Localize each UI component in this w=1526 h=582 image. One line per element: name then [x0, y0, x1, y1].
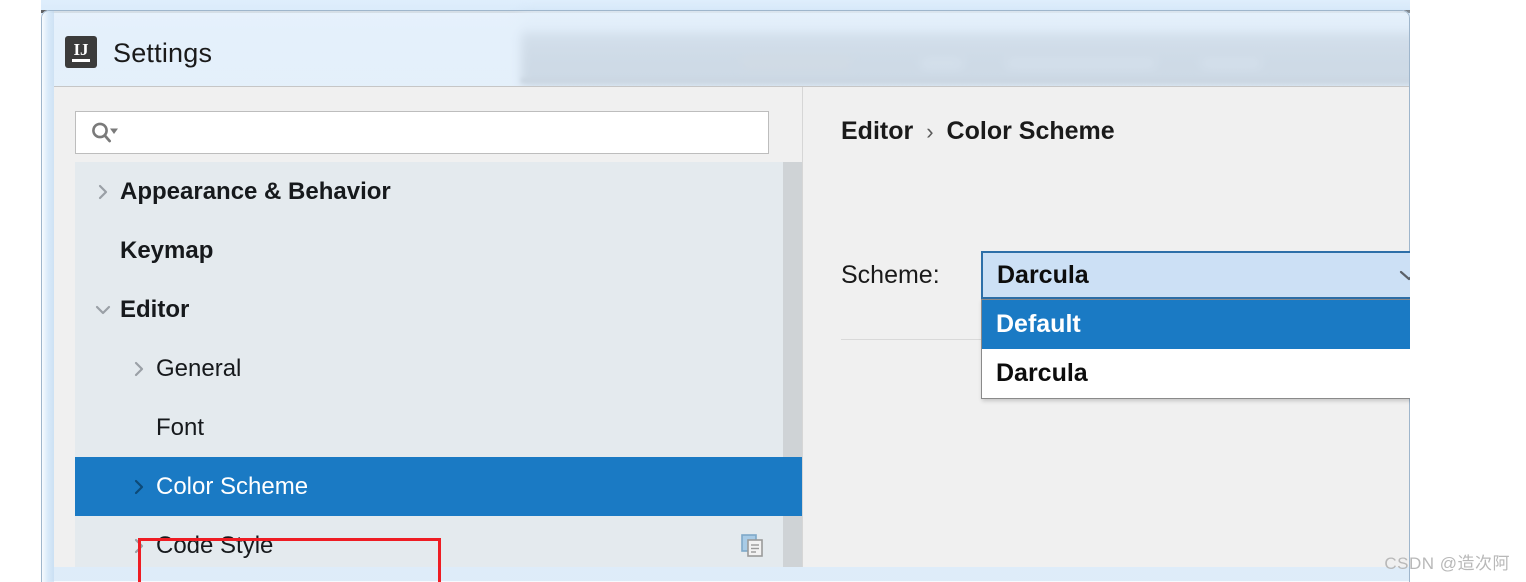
dropdown-option-darcula[interactable]: Darcula	[982, 349, 1410, 398]
intellij-idea-logo-icon: IJ	[65, 36, 97, 68]
chevron-right-icon[interactable]	[92, 181, 114, 203]
settings-dialog-window: IJ Settings Appearance & Behavior Keymap…	[41, 10, 1410, 582]
breadcrumb-separator-icon: ›	[926, 118, 934, 144]
sidebar-item-label: Color Scheme	[156, 472, 309, 500]
sidebar-item-appearance-behavior[interactable]: Appearance & Behavior	[75, 162, 802, 221]
breadcrumb-current: Color Scheme	[946, 117, 1115, 145]
dropdown-option-label: Darcula	[996, 359, 1088, 387]
color-scheme-detail-panel: Editor › Color Scheme Scheme: Darcula De…	[802, 87, 1410, 567]
sidebar-item-label: Font	[156, 413, 205, 441]
sidebar-item-label: Keymap	[120, 236, 214, 264]
sidebar-item-editor[interactable]: Editor	[75, 280, 802, 339]
screenshot-root: IJ Settings Appearance & Behavior Keymap…	[0, 0, 1526, 582]
window-glass-left-edge	[41, 10, 54, 582]
breadcrumb-parent[interactable]: Editor	[841, 117, 913, 146]
sidebar-item-color-scheme[interactable]: Color Scheme	[75, 457, 802, 516]
search-input[interactable]	[75, 111, 769, 154]
dropdown-option-default[interactable]: Default	[982, 300, 1410, 349]
sidebar-item-label: General	[156, 354, 242, 382]
scheme-combobox-value: Darcula	[997, 260, 1089, 289]
sidebar-item-general[interactable]: General	[75, 339, 802, 398]
chevron-right-icon[interactable]	[128, 476, 150, 498]
dropdown-option-label: Default	[996, 310, 1081, 338]
title-bar[interactable]: IJ Settings	[41, 10, 1410, 86]
chevron-right-icon[interactable]	[128, 358, 150, 380]
dialog-body: Appearance & Behavior Keymap Editor Gene…	[54, 86, 1410, 582]
window-title: Settings	[113, 38, 213, 68]
sidebar-item-label: Appearance & Behavior	[120, 177, 391, 205]
scheme-dropdown-list[interactable]: Default Darcula	[981, 299, 1410, 399]
chevron-down-icon[interactable]	[92, 299, 114, 321]
breadcrumb: Editor › Color Scheme	[841, 117, 1115, 146]
scheme-label: Scheme:	[841, 261, 940, 289]
settings-tree[interactable]: Appearance & Behavior Keymap Editor Gene…	[75, 162, 802, 567]
sidebar-item-label: Editor	[120, 295, 190, 323]
search-icon[interactable]	[90, 121, 120, 145]
sidebar-item-font[interactable]: Font	[75, 398, 802, 457]
watermark: CSDN @造次阿	[1384, 554, 1510, 573]
chevron-down-icon[interactable]	[1397, 267, 1410, 283]
copy-scheme-icon[interactable]	[740, 533, 766, 559]
sidebar-item-keymap[interactable]: Keymap	[75, 221, 802, 280]
scheme-combobox[interactable]: Darcula	[981, 251, 1410, 299]
settings-tree-panel: Appearance & Behavior Keymap Editor Gene…	[54, 87, 802, 582]
annotation-highlight-rectangle	[138, 538, 441, 582]
